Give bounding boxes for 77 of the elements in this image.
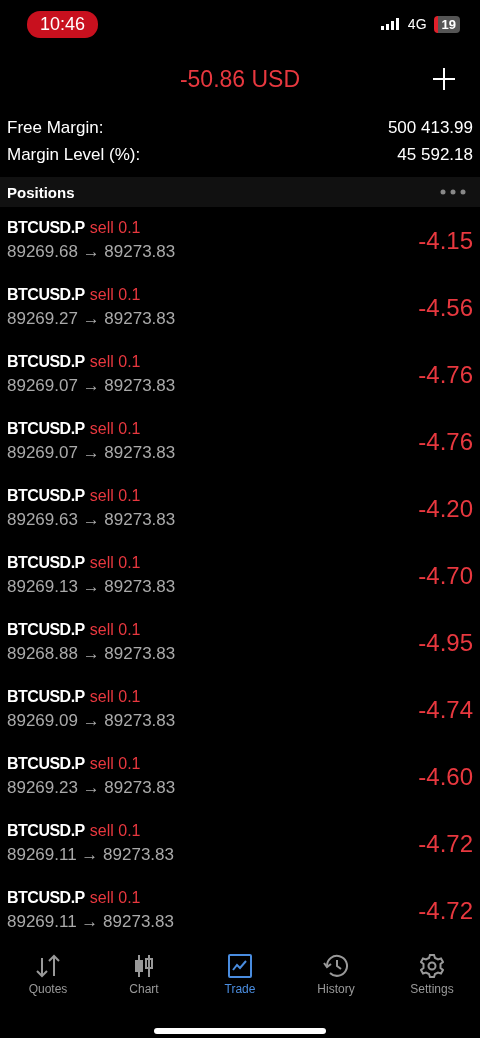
tab[interactable]: History (296, 954, 376, 1014)
position-order: sell 0.1 (89, 621, 141, 639)
position-prices: 89269.09 → 89273.83 (7, 711, 176, 731)
summary-value: 45 592.18 (397, 144, 473, 165)
position-row[interactable]: BTCUSD.P sell 0.1 89269.07 → 89273.83 -4.76 (0, 341, 480, 408)
position-row[interactable]: BTCUSD.P sell 0.1 89269.27 → 89273.83 -4.56 (0, 274, 480, 341)
position-prices: 89268.88 → 89273.83 (7, 644, 176, 664)
position-profit: -4.60 (418, 762, 473, 791)
position-order: sell 0.1 (89, 487, 141, 505)
position-order: sell 0.1 (89, 420, 141, 438)
position-prices: 89269.68 → 89273.83 (7, 242, 176, 262)
tab[interactable]: Settings (392, 954, 472, 1014)
position-row[interactable]: BTCUSD.P sell 0.1 89269.13 → 89273.83 -4.70 (0, 542, 480, 609)
position-prices: 89269.11 → 89273.83 (7, 912, 174, 932)
position-symbol: BTCUSD.P (7, 353, 85, 371)
position-profit: -4.20 (418, 494, 473, 523)
position-profit: -4.56 (418, 293, 473, 322)
position-order: sell 0.1 (89, 554, 141, 572)
position-prices: 89269.23 → 89273.83 (7, 778, 176, 798)
position-order: sell 0.1 (89, 688, 141, 706)
trend-chart-icon (228, 954, 252, 978)
add-icon[interactable] (432, 67, 456, 91)
position-prices: 89269.07 → 89273.83 (7, 443, 176, 463)
position-profit: -4.74 (418, 695, 473, 724)
position-profit: -4.95 (418, 628, 473, 657)
position-row[interactable]: BTCUSD.P sell 0.1 89269.11 → 89273.83 -4.72 (0, 877, 480, 944)
position-profit: -4.15 (418, 226, 473, 255)
tab[interactable]: Chart (104, 954, 184, 1014)
position-order: sell 0.1 (89, 286, 141, 304)
tab[interactable]: Quotes (8, 954, 88, 1014)
position-row[interactable]: BTCUSD.P sell 0.1 89269.23 → 89273.83 -4.60 (0, 743, 480, 810)
position-prices: 89269.13 → 89273.83 (7, 577, 176, 597)
profit-total: -50.86 USD (179, 65, 301, 93)
status-time: 10:46 (27, 10, 99, 38)
position-symbol: BTCUSD.P (7, 755, 85, 773)
signal-icon (380, 18, 401, 30)
arrows-icon (35, 954, 61, 978)
position-row[interactable]: BTCUSD.P sell 0.1 89268.88 → 89273.83 -4.95 (0, 609, 480, 676)
position-prices: 89269.63 → 89273.83 (7, 510, 176, 530)
battery-level: 19 (433, 15, 460, 33)
position-row[interactable]: BTCUSD.P sell 0.1 89269.63 → 89273.83 -4.20 (0, 475, 480, 542)
settings-icon (420, 954, 444, 978)
position-profit: -4.76 (418, 360, 473, 389)
network-label: 4G (407, 16, 427, 32)
position-row[interactable]: BTCUSD.P sell 0.1 89269.68 → 89273.83 -4.15 (0, 207, 480, 274)
position-order: sell 0.1 (89, 219, 141, 237)
position-order: sell 0.1 (89, 822, 141, 840)
position-symbol: BTCUSD.P (7, 822, 85, 840)
position-prices: 89269.07 → 89273.83 (7, 376, 176, 396)
position-profit: -4.70 (418, 561, 473, 590)
position-row[interactable]: BTCUSD.P sell 0.1 89269.11 → 89273.83 -4.72 (0, 810, 480, 877)
position-order: sell 0.1 (89, 889, 141, 907)
position-order: sell 0.1 (89, 755, 141, 773)
position-symbol: BTCUSD.P (7, 688, 85, 706)
position-prices: 89269.11 → 89273.83 (7, 845, 174, 865)
history-icon (323, 954, 349, 978)
position-order: sell 0.1 (89, 353, 141, 371)
position-symbol: BTCUSD.P (7, 554, 85, 572)
position-symbol: BTCUSD.P (7, 420, 85, 438)
position-symbol: BTCUSD.P (7, 621, 85, 639)
tab[interactable]: Trade (200, 954, 280, 1014)
position-symbol: BTCUSD.P (7, 219, 85, 237)
position-symbol: BTCUSD.P (7, 487, 85, 505)
summary-label: Margin Level (%): (7, 144, 141, 165)
more-icon[interactable] (440, 189, 466, 195)
position-row[interactable]: BTCUSD.P sell 0.1 89269.09 → 89273.83 -4.74 (0, 676, 480, 743)
position-row[interactable]: BTCUSD.P sell 0.1 89269.07 → 89273.83 -4.76 (0, 408, 480, 475)
position-profit: -4.72 (418, 896, 473, 925)
candlestick-icon (134, 954, 154, 978)
position-profit: -4.76 (418, 427, 473, 456)
position-symbol: BTCUSD.P (7, 286, 85, 304)
position-profit: -4.72 (418, 829, 473, 858)
position-symbol: BTCUSD.P (7, 889, 85, 907)
section-title: Positions (7, 183, 75, 201)
position-prices: 89269.27 → 89273.83 (7, 309, 176, 329)
summary-label: Free Margin: (7, 117, 104, 138)
summary-value: 500 413.99 (387, 117, 473, 138)
